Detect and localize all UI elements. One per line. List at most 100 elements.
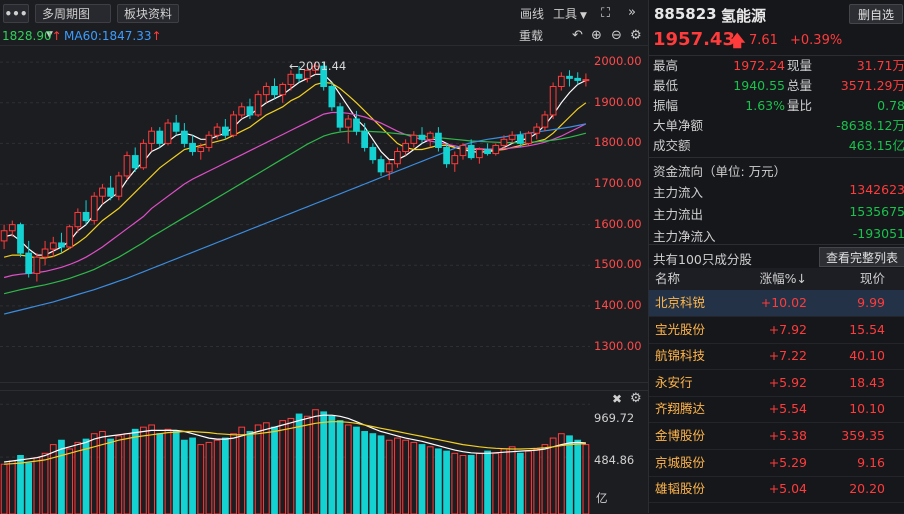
expand-icon[interactable]: ⛶ (601, 6, 610, 22)
candle (550, 82, 556, 119)
y-tick-label: 1600.00 (594, 217, 642, 231)
stat-label: 振幅 (653, 96, 678, 116)
volume-bar (550, 438, 556, 514)
volume-bar (427, 447, 433, 514)
stat-label: 总量 (787, 76, 812, 96)
volume-chart-area[interactable]: ✖ ⚙ 969.72 484.86 亿 (0, 390, 648, 514)
table-row[interactable]: 永安行+5.9218.43 (649, 370, 904, 397)
y-tick-label: 1500.00 (594, 257, 642, 271)
settings-icon[interactable]: ⚙ (630, 391, 642, 406)
main-in-label: 主力流入 (653, 182, 703, 201)
table-row[interactable]: 齐翔腾达+5.5410.10 (649, 396, 904, 423)
moving-average-line (4, 82, 586, 258)
candle (575, 72, 581, 84)
volume-bar (386, 440, 392, 514)
candle (558, 72, 564, 90)
current-price: 1957.43 (653, 29, 735, 50)
candle (452, 152, 458, 172)
table-row[interactable]: 京城股份+5.299.16 (649, 450, 904, 477)
candle (141, 139, 147, 169)
volume-bar (444, 451, 450, 514)
table-row[interactable]: 雄韬股份+5.0420.20 (649, 476, 904, 503)
up-arrow-icon: 🡅 (729, 30, 745, 57)
zoom-out-icon[interactable]: ⊖ (611, 27, 622, 45)
settings-icon[interactable]: ⚙ (630, 27, 642, 45)
multi-period-button[interactable]: 多周期图 ▼ (35, 4, 111, 23)
table-row[interactable]: 航锦科技+7.2240.10 (649, 343, 904, 370)
candle (108, 176, 114, 200)
candle (116, 172, 122, 200)
volume-bar (296, 414, 302, 514)
volume-bar (59, 440, 65, 514)
volume-bar (485, 451, 491, 514)
volume-bar (231, 434, 237, 514)
col-price[interactable]: 现价 (811, 268, 885, 290)
candle (542, 111, 548, 131)
double-chevron-right-icon[interactable]: » (628, 5, 636, 21)
high-marker-label: ←2001.44 (289, 59, 346, 73)
more-menu-button[interactable]: ••• (3, 4, 29, 23)
table-row[interactable]: 金博股份+5.38359.35 (649, 423, 904, 450)
stock-price: 9.16 (811, 450, 885, 476)
stock-price: 18.43 (811, 370, 885, 396)
stat-value: 1.63% (693, 96, 785, 116)
volume-bar (517, 453, 523, 514)
ma-info-bar: 1828.90↑ MA60:1847.33↑ 重载 ↶ ⊕ ⊖ ⚙ (0, 27, 648, 45)
candle (149, 127, 155, 151)
volume-bar (9, 461, 15, 514)
stat-value: 1972.24 (693, 56, 785, 76)
candle (1, 225, 7, 249)
price-change: 7.61 (749, 33, 778, 48)
stock-name: 宝光股份 (655, 317, 733, 343)
col-name[interactable]: 名称 (655, 268, 680, 290)
volume-bar (165, 429, 171, 514)
ma60-value: MA60:1847.33↑ (64, 27, 162, 45)
candle (460, 143, 466, 159)
zoom-in-icon[interactable]: ⊕ (591, 27, 602, 45)
fund-flow-block: 资金流向（单位: 万元） 主力流入 1342623 主力流出 1535675 主… (649, 157, 904, 244)
candle (370, 143, 376, 163)
stock-name: 永安行 (655, 370, 733, 396)
volume-bar (83, 439, 89, 514)
top-toolbar: ••• 多周期图 ▼ 板块资料 画线 工具▼ ⛶ » (0, 0, 648, 27)
col-change-pct[interactable]: 涨幅%↓ (733, 268, 807, 290)
undo-icon[interactable]: ↶ (572, 27, 583, 45)
stock-name: 齐翔腾达 (655, 396, 733, 422)
up-arrow-icon: ↑ (52, 29, 62, 43)
volume-bar (190, 438, 196, 514)
candle (59, 233, 65, 253)
sector-name: 氢能源 (721, 5, 766, 26)
stat-label: 量比 (787, 96, 812, 116)
volume-bar (214, 440, 220, 514)
stat-row-high: 最高 1972.24 现量 31.71万 (653, 56, 903, 76)
candle (182, 123, 188, 147)
candle (493, 143, 499, 155)
stock-name: 雄韬股份 (655, 476, 733, 502)
chevron-down-icon: ▼ (580, 11, 587, 21)
volume-bar (272, 427, 278, 514)
table-row[interactable]: 北京科锐+10.029.99 (649, 290, 904, 317)
tools-button[interactable]: 工具▼ (553, 6, 587, 24)
candle (231, 111, 237, 137)
stock-change-pct: +5.92 (733, 370, 807, 396)
draw-line-button[interactable]: 画线 (520, 6, 544, 22)
stat-label: 最低 (653, 76, 678, 96)
stat-row-big-net: 大单净额 -8638.12万 (653, 116, 903, 136)
stock-name: 京城股份 (655, 450, 733, 476)
candle (444, 143, 450, 167)
delete-watchlist-button[interactable]: 删自选 (849, 4, 903, 24)
candle (91, 192, 97, 225)
stock-price: 9.99 (811, 290, 885, 316)
volume-bar (419, 445, 425, 514)
price-chart-area[interactable]: 2000.001900.001800.001700.001600.001500.… (0, 45, 648, 383)
close-icon[interactable]: ✖ (612, 392, 622, 406)
reload-button[interactable]: 重载 (519, 27, 543, 45)
table-row[interactable]: 宝光股份+7.9215.54 (649, 317, 904, 344)
sector-info-button[interactable]: 板块资料 (117, 4, 179, 23)
moving-average-line (4, 74, 586, 255)
candlestick-chart (0, 46, 590, 383)
stat-value: -8638.12万 (773, 116, 904, 136)
volume-bar (329, 416, 335, 514)
stat-label: 现量 (787, 56, 812, 76)
view-full-list-button[interactable]: 查看完整列表 (819, 247, 904, 267)
